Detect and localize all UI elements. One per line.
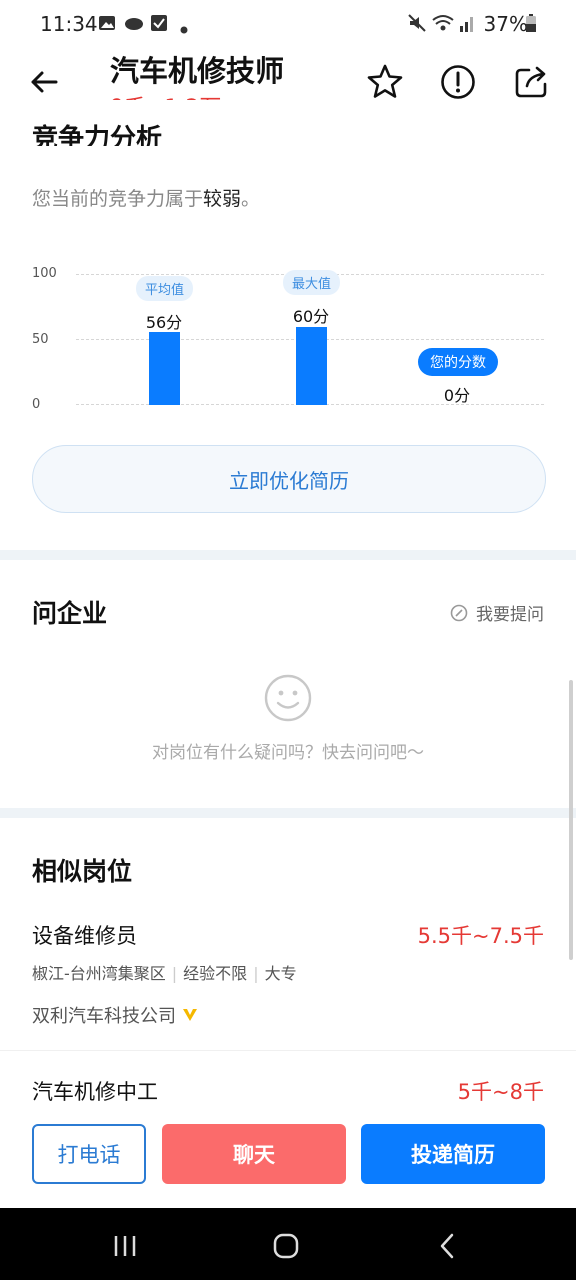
job-name: 汽车机修中工 bbox=[32, 1080, 158, 1104]
job-tags: 椒江-台州湾集聚区 | 经验不限 | 大专 bbox=[32, 964, 297, 983]
axis-label-0: 0 bbox=[32, 397, 41, 412]
smile-icon bbox=[264, 674, 312, 726]
max-value: 60分 bbox=[292, 307, 330, 326]
competitiveness-desc-suffix: 。 bbox=[241, 188, 261, 210]
job-tag: 大专 bbox=[264, 964, 297, 983]
battery-icon bbox=[526, 14, 536, 36]
share-icon bbox=[515, 66, 547, 98]
job-card[interactable]: 汽车机修中工 5千~8千 bbox=[0, 1068, 576, 1108]
recents-icon bbox=[114, 1236, 136, 1256]
back-button[interactable] bbox=[24, 62, 64, 102]
chat-button[interactable]: 聊天 bbox=[162, 1124, 346, 1184]
status-bar: 11:34 37% bbox=[0, 0, 576, 46]
gallery-icon bbox=[98, 15, 116, 35]
average-label: 平均值 bbox=[136, 276, 194, 301]
favorite-button[interactable] bbox=[363, 60, 407, 104]
axis-label-50: 50 bbox=[32, 332, 49, 347]
ask-question-button[interactable]: 我要提问 bbox=[450, 600, 544, 625]
row-divider bbox=[0, 1050, 576, 1051]
job-tag: 椒江-台州湾集聚区 bbox=[32, 964, 166, 983]
job-salary: 5.5千~7.5千 bbox=[417, 924, 544, 948]
max-label: 最大值 bbox=[283, 270, 341, 295]
star-icon bbox=[367, 64, 403, 98]
section-divider bbox=[0, 550, 576, 560]
arrow-left-icon bbox=[31, 71, 58, 93]
verified-v-icon bbox=[183, 1009, 197, 1021]
company-name: 双利汽车科技公司 bbox=[32, 1006, 176, 1027]
signal-icon bbox=[460, 14, 476, 36]
competitiveness-desc-prefix: 您当前的竞争力属于 bbox=[32, 188, 204, 210]
average-value: 56分 bbox=[145, 313, 183, 332]
weather-icon bbox=[124, 15, 144, 35]
apply-button[interactable]: 投递简历 bbox=[361, 1124, 545, 1184]
job-name: 设备维修员 bbox=[32, 924, 137, 948]
exclamation-icon bbox=[441, 65, 475, 99]
system-back-button[interactable] bbox=[422, 1226, 472, 1266]
section-divider bbox=[0, 808, 576, 818]
axis-label-100: 100 bbox=[32, 266, 57, 281]
max-bar bbox=[296, 327, 327, 405]
optimize-resume-button[interactable]: 立即优化简历 bbox=[32, 445, 546, 513]
ask-empty-text: 对岗位有什么疑问吗？快去问问吧～ bbox=[152, 743, 424, 763]
job-title: 汽车机修技师 bbox=[110, 54, 285, 88]
share-button[interactable] bbox=[509, 60, 553, 104]
your-score-value: 0分 bbox=[443, 386, 471, 405]
job-card[interactable]: 设备维修员 5.5千~7.5千 椒江-台州湾集聚区 | 经验不限 | 大专 双利汽车科技… bbox=[0, 910, 576, 1040]
wifi-icon bbox=[432, 14, 454, 36]
job-salary: 5千~8千 bbox=[457, 1080, 544, 1104]
ask-company-title: 问企业 bbox=[32, 599, 108, 628]
chevron-left-icon bbox=[440, 1233, 454, 1259]
recent-apps-button[interactable] bbox=[100, 1226, 150, 1266]
header-mask bbox=[0, 100, 576, 122]
check-icon bbox=[150, 14, 168, 36]
scrollbar[interactable] bbox=[569, 680, 573, 960]
mute-icon bbox=[408, 14, 426, 36]
home-icon bbox=[273, 1233, 299, 1259]
company-row: 双利汽车科技公司 bbox=[32, 1002, 198, 1028]
battery-percent: 37% bbox=[483, 12, 528, 36]
report-button[interactable] bbox=[436, 60, 480, 104]
your-score-label: 您的分数 bbox=[418, 348, 498, 376]
competitiveness-level: 较弱 bbox=[203, 188, 242, 210]
dot-icon bbox=[180, 19, 188, 38]
edit-circle-icon bbox=[450, 604, 468, 621]
ask-question-label: 我要提问 bbox=[476, 605, 544, 625]
call-button[interactable]: 打电话 bbox=[32, 1124, 146, 1184]
status-time: 11:34 bbox=[40, 12, 98, 36]
competitiveness-title: 竞争力分析 bbox=[32, 124, 163, 146]
home-button[interactable] bbox=[261, 1226, 311, 1266]
job-tag: 经验不限 bbox=[183, 964, 248, 983]
average-bar bbox=[149, 332, 180, 405]
system-nav-bar bbox=[0, 1208, 576, 1280]
competitiveness-desc: 您当前的竞争力属于较弱。 bbox=[32, 184, 260, 211]
similar-jobs-title: 相似岗位 bbox=[32, 857, 133, 886]
